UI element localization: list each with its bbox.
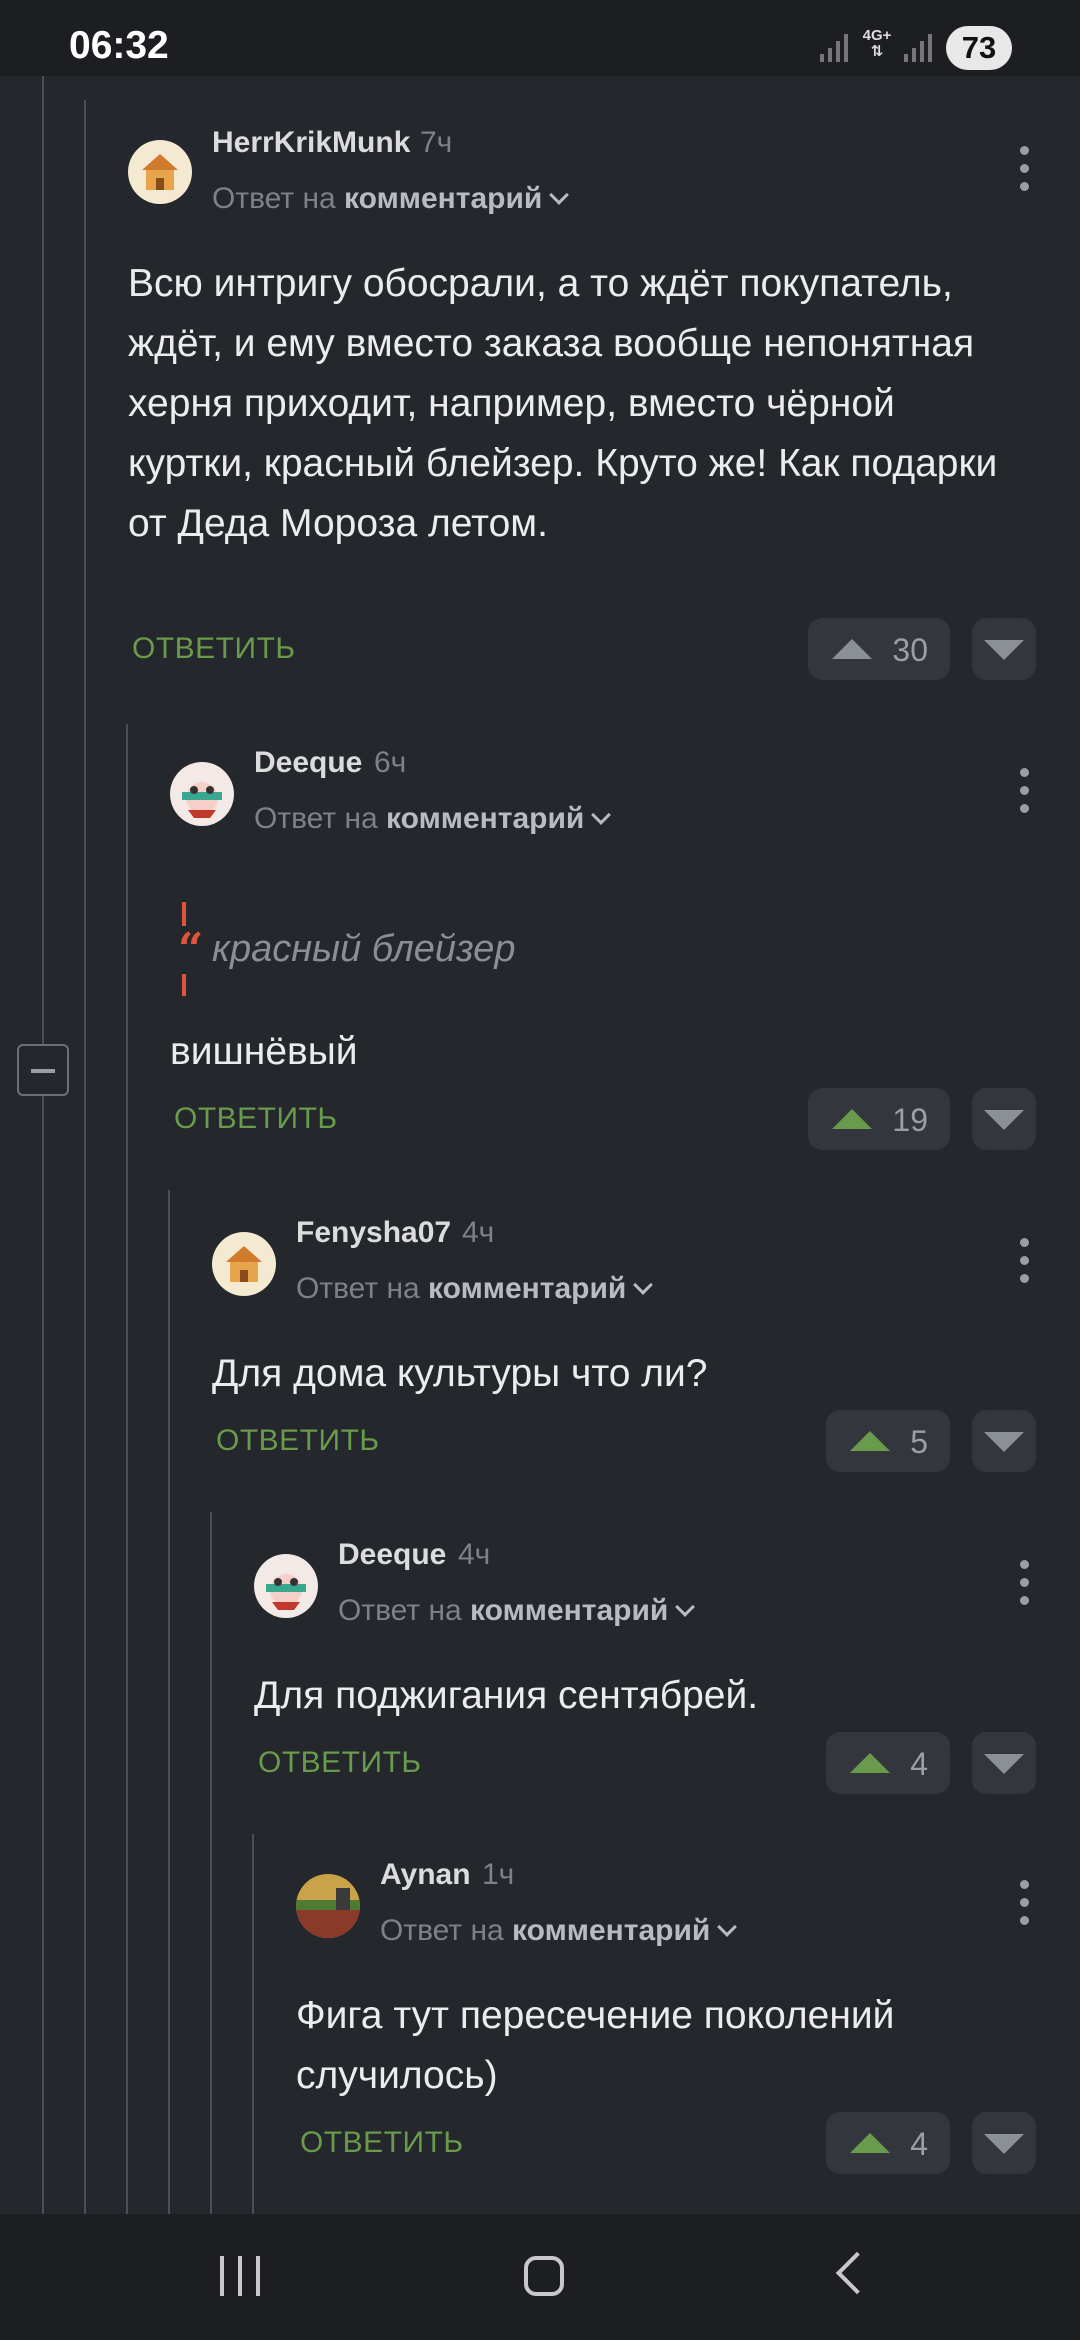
battery-indicator: 73	[946, 26, 1012, 70]
more-options-icon[interactable]	[1010, 1880, 1040, 1926]
chevron-down-icon	[549, 185, 570, 205]
arrow-up-icon	[832, 639, 872, 659]
reply-button[interactable]: ОТВЕТИТЬ	[258, 1746, 422, 1780]
recent-apps-icon[interactable]	[220, 2256, 264, 2296]
arrow-down-icon	[984, 1754, 1024, 1774]
status-bar: 06:32 4G+ ⇅ 73	[0, 0, 1080, 76]
reply-button[interactable]: ОТВЕТИТЬ	[132, 632, 296, 666]
comment: Deeque 6ч Ответ на комментарий “ красный…	[170, 746, 1070, 1166]
back-icon[interactable]	[835, 2251, 879, 2295]
reply-button[interactable]: ОТВЕТИТЬ	[300, 2126, 464, 2160]
vote-count: 30	[892, 632, 928, 668]
arrow-up-icon	[850, 1431, 890, 1451]
chevron-down-icon	[633, 1275, 654, 1295]
vote-count: 5	[910, 1424, 928, 1460]
more-options-icon[interactable]	[1010, 768, 1040, 814]
upvote-button[interactable]: 30	[808, 618, 950, 680]
character-avatar	[170, 762, 234, 826]
comment-age: 4ч	[458, 1538, 491, 1571]
arrow-down-icon	[984, 1432, 1024, 1452]
comment-text: Фига тут пересечение поколений случилось…	[296, 1994, 895, 2097]
arrow-down-icon	[984, 640, 1024, 660]
comment-age: 4ч	[462, 1216, 495, 1249]
reply-to-link[interactable]: Ответ на комментарий	[338, 1594, 696, 1628]
arrow-up-icon	[850, 1753, 890, 1773]
chevron-down-icon	[675, 1597, 696, 1617]
more-options-icon[interactable]	[1010, 1238, 1040, 1284]
quote-block: “ красный блейзер	[178, 902, 782, 996]
arrow-down-icon	[984, 2134, 1024, 2154]
arrow-up-icon	[832, 1109, 872, 1129]
thread-line	[168, 1190, 170, 2214]
vote-count: 19	[892, 1102, 928, 1138]
more-options-icon[interactable]	[1010, 146, 1040, 192]
comment-text: Для поджигания сентябрей.	[254, 1674, 759, 1717]
downvote-button[interactable]	[972, 618, 1036, 680]
downvote-button[interactable]	[972, 2112, 1036, 2174]
quote-icon: “	[178, 924, 204, 975]
upvote-button[interactable]: 4	[826, 2112, 950, 2174]
comment-text: вишнёвый	[170, 1030, 358, 1073]
downvote-button[interactable]	[972, 1410, 1036, 1472]
comment-author[interactable]: Deeque	[254, 746, 362, 780]
upvote-button[interactable]: 19	[808, 1088, 950, 1150]
reply-button[interactable]: ОТВЕТИТЬ	[174, 1102, 338, 1136]
arrow-down-icon	[984, 1110, 1024, 1130]
thread-line	[126, 724, 128, 2214]
comment-text: Для дома культуры что ли?	[212, 1352, 708, 1395]
comment: Aynan 1ч Ответ на комментарий Фига тут п…	[296, 1858, 1080, 2178]
house-avatar	[212, 1232, 276, 1296]
comment-author[interactable]: Aynan	[380, 1858, 471, 1892]
thread-line	[42, 76, 44, 2214]
comment-author[interactable]: Fenysha07	[296, 1216, 451, 1250]
comment: HerrKrikMunk 7ч Ответ на комментарий Всю…	[128, 126, 1036, 686]
comment-author[interactable]: HerrKrikMunk	[212, 126, 410, 160]
reply-button[interactable]: ОТВЕТИТЬ	[216, 1424, 380, 1458]
quote-text: красный блейзер	[212, 928, 516, 970]
downvote-button[interactable]	[972, 1732, 1036, 1794]
comment: Deeque 4ч Ответ на комментарий Для поджи…	[254, 1538, 1080, 1798]
chevron-down-icon	[717, 1917, 738, 1937]
collapse-thread-button[interactable]	[17, 1044, 69, 1096]
reply-to-link[interactable]: Ответ на комментарий	[296, 1272, 654, 1306]
landscape-avatar	[296, 1874, 360, 1938]
system-navigation-bar	[0, 2214, 1080, 2340]
upvote-button[interactable]: 5	[826, 1410, 950, 1472]
reply-to-link[interactable]: Ответ на комментарий	[212, 182, 570, 216]
upvote-button[interactable]: 4	[826, 1732, 950, 1794]
comment-age: 6ч	[374, 746, 407, 779]
comment-age: 7ч	[420, 126, 453, 159]
comment-author[interactable]: Deeque	[338, 1538, 446, 1572]
house-avatar	[128, 140, 192, 204]
comment-age: 1ч	[482, 1858, 515, 1891]
reply-to-link[interactable]: Ответ на комментарий	[380, 1914, 738, 1948]
reply-to-link[interactable]: Ответ на комментарий	[254, 802, 612, 836]
arrow-up-icon	[850, 2133, 890, 2153]
comment-text: Всю интригу обосрали, а то ждёт покупате…	[128, 262, 998, 545]
signal-icon	[820, 34, 848, 62]
downvote-button[interactable]	[972, 1088, 1036, 1150]
vote-count: 4	[910, 2126, 928, 2162]
comment: Fenysha07 4ч Ответ на комментарий Для до…	[212, 1216, 1080, 1476]
signal-icon-2	[904, 34, 932, 62]
more-options-icon[interactable]	[1010, 1560, 1040, 1606]
thread-line	[252, 1834, 254, 2214]
home-icon[interactable]	[524, 2256, 564, 2296]
clock: 06:32	[69, 24, 169, 67]
network-type: 4G+ ⇅	[862, 27, 892, 60]
thread-line	[84, 100, 86, 2214]
vote-count: 4	[910, 1746, 928, 1782]
chevron-down-icon	[591, 805, 612, 825]
character-avatar	[254, 1554, 318, 1618]
thread-line	[210, 1512, 212, 2214]
